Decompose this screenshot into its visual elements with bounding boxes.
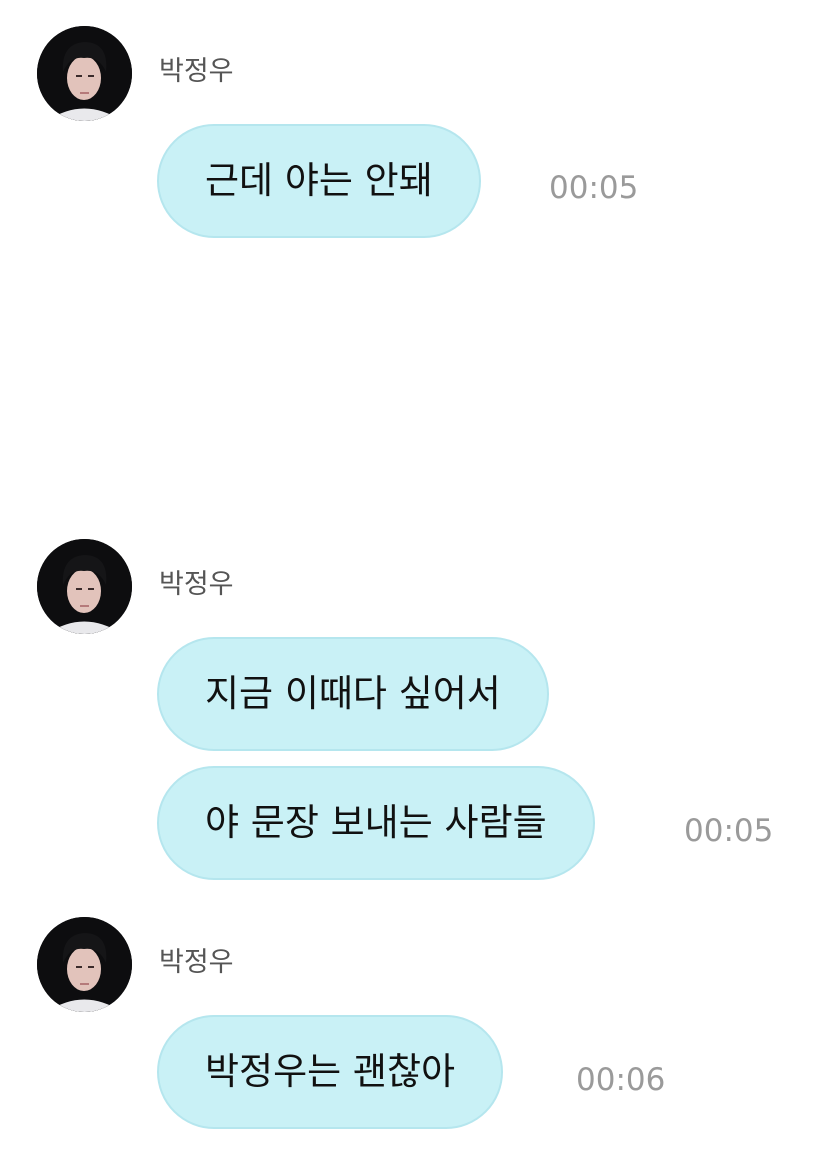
sender-name: 박정우 <box>159 56 234 87</box>
sender-avatar[interactable] <box>37 539 132 634</box>
sender-avatar[interactable] <box>37 917 132 1012</box>
sender-avatar[interactable] <box>37 26 132 121</box>
message-bubble[interactable]: 박정우는 괜찮아 <box>157 1015 504 1129</box>
profile-photo-icon <box>37 26 132 121</box>
message-bubble[interactable]: 근데 야는 안돼 <box>157 124 481 238</box>
sender-name: 박정우 <box>159 947 234 978</box>
sender-name: 박정우 <box>159 569 234 600</box>
profile-photo-icon <box>37 917 132 1012</box>
profile-photo-icon <box>37 539 132 634</box>
message-bubble[interactable]: 지금 이때다 싶어서 <box>157 637 549 751</box>
message-time: 00:05 <box>549 170 639 206</box>
message-time: 00:06 <box>576 1062 666 1098</box>
message-time: 00:05 <box>684 813 774 849</box>
message-bubble[interactable]: 야 문장 보내는 사람들 <box>157 766 595 880</box>
